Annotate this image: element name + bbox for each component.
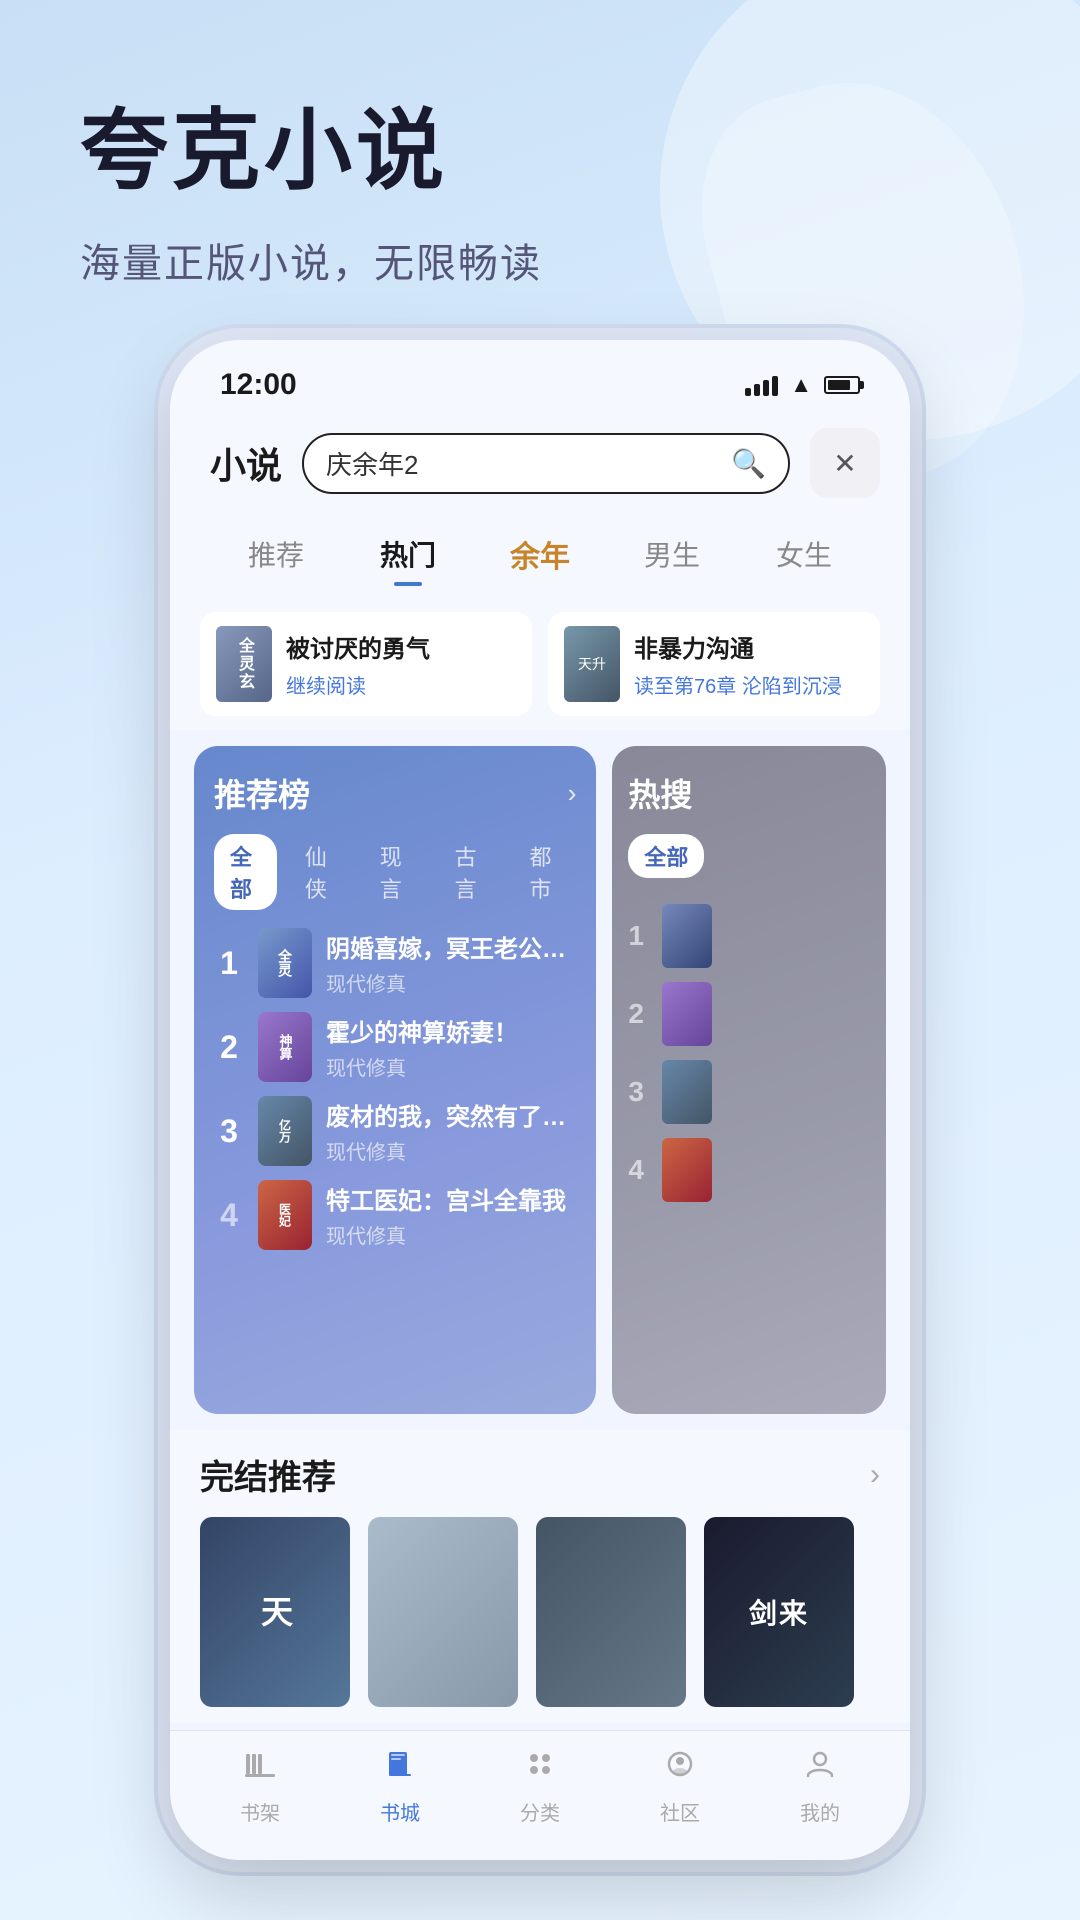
- nav-shelf[interactable]: 书架: [240, 1746, 280, 1826]
- complete-section: 完结推荐 › 天 剑来: [170, 1430, 910, 1723]
- battery-icon: [824, 376, 860, 394]
- hot-item-2[interactable]: 2: [628, 982, 870, 1046]
- rank-subtab-xianxia[interactable]: 仙侠: [289, 834, 352, 910]
- hot-cover-4: [662, 1138, 712, 1202]
- complete-books-list: 天 剑来: [200, 1517, 880, 1707]
- app-header: 夸克小说 海量正版小说，无限畅读: [0, 0, 1080, 329]
- rank-panel: 推荐榜 › 全部 仙侠 现言 古言 都市 1 全灵 阴婚喜嫁，冥王老公沦陷了: [194, 746, 596, 1414]
- book-info-2: 非暴力沟通 读至第76章 沦陷到沉浸: [634, 629, 864, 699]
- recent-book-2[interactable]: 天升 非暴力沟通 读至第76章 沦陷到沉浸: [548, 612, 880, 716]
- tab-recommend[interactable]: 推荐: [210, 526, 342, 582]
- rank-panel-title: 推荐榜: [214, 770, 310, 816]
- main-content: 推荐榜 › 全部 仙侠 现言 古言 都市 1 全灵 阴婚喜嫁，冥王老公沦陷了: [170, 730, 910, 1430]
- complete-book-3[interactable]: [536, 1517, 686, 1707]
- hot-cover-2: [662, 982, 712, 1046]
- bottom-nav: 书架 书城 分类: [170, 1730, 910, 1860]
- status-bar: 12:00 ▲: [170, 340, 910, 412]
- rank-cover-2: 神算: [258, 1012, 312, 1082]
- tab-special[interactable]: 余年: [474, 524, 606, 584]
- nav-bookstore[interactable]: 书城: [380, 1746, 420, 1826]
- hot-subtab-all[interactable]: 全部: [628, 834, 704, 878]
- hot-list: 1 2 3 4: [628, 904, 870, 1202]
- tab-female[interactable]: 女生: [738, 526, 870, 582]
- rank-cover-4: 医妃: [258, 1180, 312, 1250]
- shelf-icon: [242, 1746, 278, 1791]
- nav-profile[interactable]: 我的: [800, 1746, 840, 1826]
- search-bar[interactable]: 庆余年2 🔍: [302, 433, 790, 494]
- hot-panel: 热搜 全部 1 2 3 4: [612, 746, 886, 1414]
- book-info-1: 被讨厌的勇气 继续阅读: [286, 629, 516, 699]
- rank-panel-arrow[interactable]: ›: [568, 778, 577, 809]
- book-icon: [382, 1746, 418, 1791]
- rank-subtab-guyan[interactable]: 古言: [439, 834, 502, 910]
- profile-icon: [802, 1746, 838, 1791]
- rank-subtab-xiandai[interactable]: 现言: [364, 834, 427, 910]
- recent-book-1[interactable]: 全灵玄 被讨厌的勇气 继续阅读: [200, 612, 532, 716]
- complete-book-2[interactable]: [368, 1517, 518, 1707]
- rank-item-4[interactable]: 4 医妃 特工医妃：宫斗全靠我 现代修真: [214, 1180, 576, 1250]
- book-cover-2: 天升: [564, 626, 620, 702]
- complete-book-1[interactable]: 天: [200, 1517, 350, 1707]
- rank-cover-3: 亿万: [258, 1096, 312, 1166]
- tab-male[interactable]: 男生: [606, 526, 738, 582]
- rank-item-3[interactable]: 3 亿万 废材的我，突然有了亿万年 现代修真: [214, 1096, 576, 1166]
- complete-section-title: 完结推荐: [200, 1450, 336, 1499]
- nav-community[interactable]: 社区: [660, 1746, 700, 1826]
- hot-cover-3: [662, 1060, 712, 1124]
- top-nav: 小说 庆余年2 🔍 ✕: [170, 412, 910, 514]
- close-button[interactable]: ✕: [810, 428, 880, 498]
- phone-mockup: 12:00 ▲ 小说 庆余年2 🔍 ✕ 推荐: [170, 340, 910, 1860]
- recent-books: 全灵玄 被讨厌的勇气 继续阅读 天升 非暴力沟通 读至第76章 沦陷到沉浸: [170, 598, 910, 730]
- rank-sub-tabs: 全部 仙侠 现言 古言 都市: [214, 834, 576, 910]
- wifi-icon: ▲: [790, 372, 812, 398]
- signal-icon: [745, 374, 778, 396]
- tab-hot[interactable]: 热门: [342, 526, 474, 582]
- hot-item-1[interactable]: 1: [628, 904, 870, 968]
- hot-cover-1: [662, 904, 712, 968]
- app-subtitle: 海量正版小说，无限畅读: [80, 231, 1020, 289]
- nav-profile-label: 我的: [800, 1797, 840, 1826]
- rank-list: 1 全灵 阴婚喜嫁，冥王老公沦陷了 现代修真 2 神算: [214, 928, 576, 1250]
- hot-item-3[interactable]: 3: [628, 1060, 870, 1124]
- category-tabs: 推荐 热门 余年 男生 女生: [170, 514, 910, 598]
- hot-panel-title: 热搜: [628, 770, 692, 816]
- rank-panel-header: 推荐榜 ›: [214, 770, 576, 816]
- status-icons: ▲: [745, 372, 860, 398]
- hot-item-4[interactable]: 4: [628, 1138, 870, 1202]
- nav-community-label: 社区: [660, 1797, 700, 1826]
- search-icon[interactable]: 🔍: [731, 447, 766, 480]
- nav-shelf-label: 书架: [240, 1797, 280, 1826]
- rank-item-1[interactable]: 1 全灵 阴婚喜嫁，冥王老公沦陷了 现代修真: [214, 928, 576, 998]
- complete-section-arrow[interactable]: ›: [870, 1458, 880, 1492]
- rank-cover-1: 全灵: [258, 928, 312, 998]
- close-icon: ✕: [833, 447, 856, 480]
- app-title: 夸克小说: [80, 80, 1020, 207]
- rank-item-2[interactable]: 2 神算 霍少的神算娇妻！ 现代修真: [214, 1012, 576, 1082]
- hot-panel-header: 热搜: [628, 770, 870, 816]
- complete-book-4[interactable]: 剑来: [704, 1517, 854, 1707]
- complete-section-header: 完结推荐 ›: [200, 1450, 880, 1499]
- rank-subtab-dushi[interactable]: 都市: [514, 834, 577, 910]
- nav-bookstore-label: 书城: [380, 1797, 420, 1826]
- rank-subtab-all[interactable]: 全部: [214, 834, 277, 910]
- community-icon: [662, 1746, 698, 1791]
- grid-icon: [522, 1746, 558, 1791]
- status-time: 12:00: [220, 368, 297, 402]
- nav-category-label: 分类: [520, 1797, 560, 1826]
- search-text: 庆余年2: [326, 445, 721, 482]
- book-cover-1: 全灵玄: [216, 626, 272, 702]
- hot-sub-tabs: 全部: [628, 834, 870, 878]
- nav-category[interactable]: 分类: [520, 1746, 560, 1826]
- nav-title: 小说: [210, 437, 282, 489]
